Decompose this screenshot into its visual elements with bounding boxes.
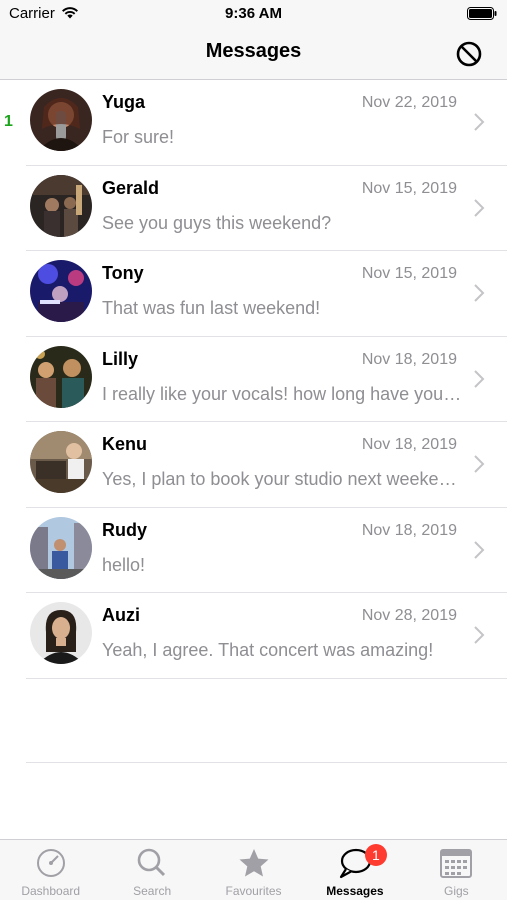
tab-favourites[interactable]: Favourites xyxy=(203,840,304,900)
avatar xyxy=(30,89,92,151)
avatar xyxy=(30,431,92,493)
message-date: Nov 18, 2019 xyxy=(361,350,457,368)
status-time: 9:36 AM xyxy=(225,5,282,22)
chevron-right-icon xyxy=(474,540,485,559)
message-date: Nov 28, 2019 xyxy=(361,607,457,624)
tab-gigs[interactable]: Gigs xyxy=(406,840,507,900)
calendar-icon xyxy=(440,849,473,878)
tab-label: Messages xyxy=(326,884,384,898)
contact-name: Yuga xyxy=(102,92,146,112)
avatar xyxy=(30,345,92,408)
conversation-row-auzi[interactable]: Auzi Nov 28, 2019 Yeah, I agree. That co… xyxy=(0,593,507,679)
star-icon xyxy=(239,849,269,877)
avatar xyxy=(30,602,92,664)
contact-name: Lilly xyxy=(102,348,139,369)
chevron-right-icon xyxy=(474,284,485,302)
tab-messages[interactable]: 1 Messages xyxy=(304,840,405,900)
message-preview: See you guys this weekend? xyxy=(102,212,332,233)
contact-name: Auzi xyxy=(102,605,140,625)
avatar xyxy=(30,174,92,237)
message-preview: I really like your vocals! how long have… xyxy=(102,383,462,404)
message-preview: hello! xyxy=(102,554,146,575)
search-icon xyxy=(137,848,166,877)
conversation-row-kenu[interactable]: Kenu Nov 18, 2019 Yes, I plan to book yo… xyxy=(0,422,507,508)
tab-dashboard[interactable]: Dashboard xyxy=(0,840,101,900)
chevron-right-icon xyxy=(474,113,485,131)
tab-bar: Dashboard Search Favourites 1 Messages G… xyxy=(0,839,507,900)
conversation-list: 1 Yuga Nov 22, 2019 For sure! Gerald Nov… xyxy=(0,80,507,679)
chevron-right-icon xyxy=(474,455,485,473)
unread-count: 1 xyxy=(4,113,13,130)
page-title: Messages xyxy=(205,40,302,62)
contact-name: Gerald xyxy=(102,177,160,198)
message-preview: Yeah, I agree. That concert was amazing! xyxy=(102,640,434,660)
dashboard-icon xyxy=(36,849,65,877)
contact-name: Tony xyxy=(102,263,144,283)
avatar xyxy=(30,516,92,579)
message-preview: That was fun last weekend! xyxy=(102,298,321,318)
tab-search[interactable]: Search xyxy=(101,840,202,900)
conversation-row-tony[interactable]: Tony Nov 15, 2019 That was fun last week… xyxy=(0,251,507,337)
conversation-row-yuga[interactable]: 1 Yuga Nov 22, 2019 For sure! xyxy=(0,80,507,166)
block-icon[interactable] xyxy=(455,40,483,68)
conversation-row-gerald[interactable]: Gerald Nov 15, 2019 See you guys this we… xyxy=(0,166,507,252)
chevron-right-icon xyxy=(474,369,485,388)
avatar xyxy=(30,260,92,322)
conversation-row-rudy[interactable]: Rudy Nov 18, 2019 hello! xyxy=(0,508,507,594)
chevron-right-icon xyxy=(474,626,485,644)
status-bar: Carrier 9:36 AM xyxy=(0,0,507,28)
message-preview: Yes, I plan to book your studio next wee… xyxy=(102,469,462,489)
unread-badge: 1 xyxy=(364,844,387,866)
tab-label: Favourites xyxy=(225,884,282,898)
contact-name: Kenu xyxy=(102,434,147,454)
message-preview: For sure! xyxy=(102,127,175,147)
chevron-right-icon xyxy=(474,198,485,217)
contact-name: Rudy xyxy=(102,519,147,540)
list-divider xyxy=(26,762,507,763)
navigation-bar: Messages xyxy=(0,28,507,80)
message-date: Nov 18, 2019 xyxy=(361,436,457,453)
tab-label: Dashboard xyxy=(21,884,81,898)
tab-label: Gigs xyxy=(443,884,469,898)
tab-label: Search xyxy=(133,884,172,898)
battery-icon xyxy=(467,7,497,20)
conversation-row-lilly[interactable]: Lilly Nov 18, 2019 I really like your vo… xyxy=(0,337,507,423)
message-date: Nov 15, 2019 xyxy=(361,179,457,197)
message-date: Nov 15, 2019 xyxy=(361,265,457,282)
message-date: Nov 22, 2019 xyxy=(361,94,457,111)
message-date: Nov 18, 2019 xyxy=(361,521,457,539)
